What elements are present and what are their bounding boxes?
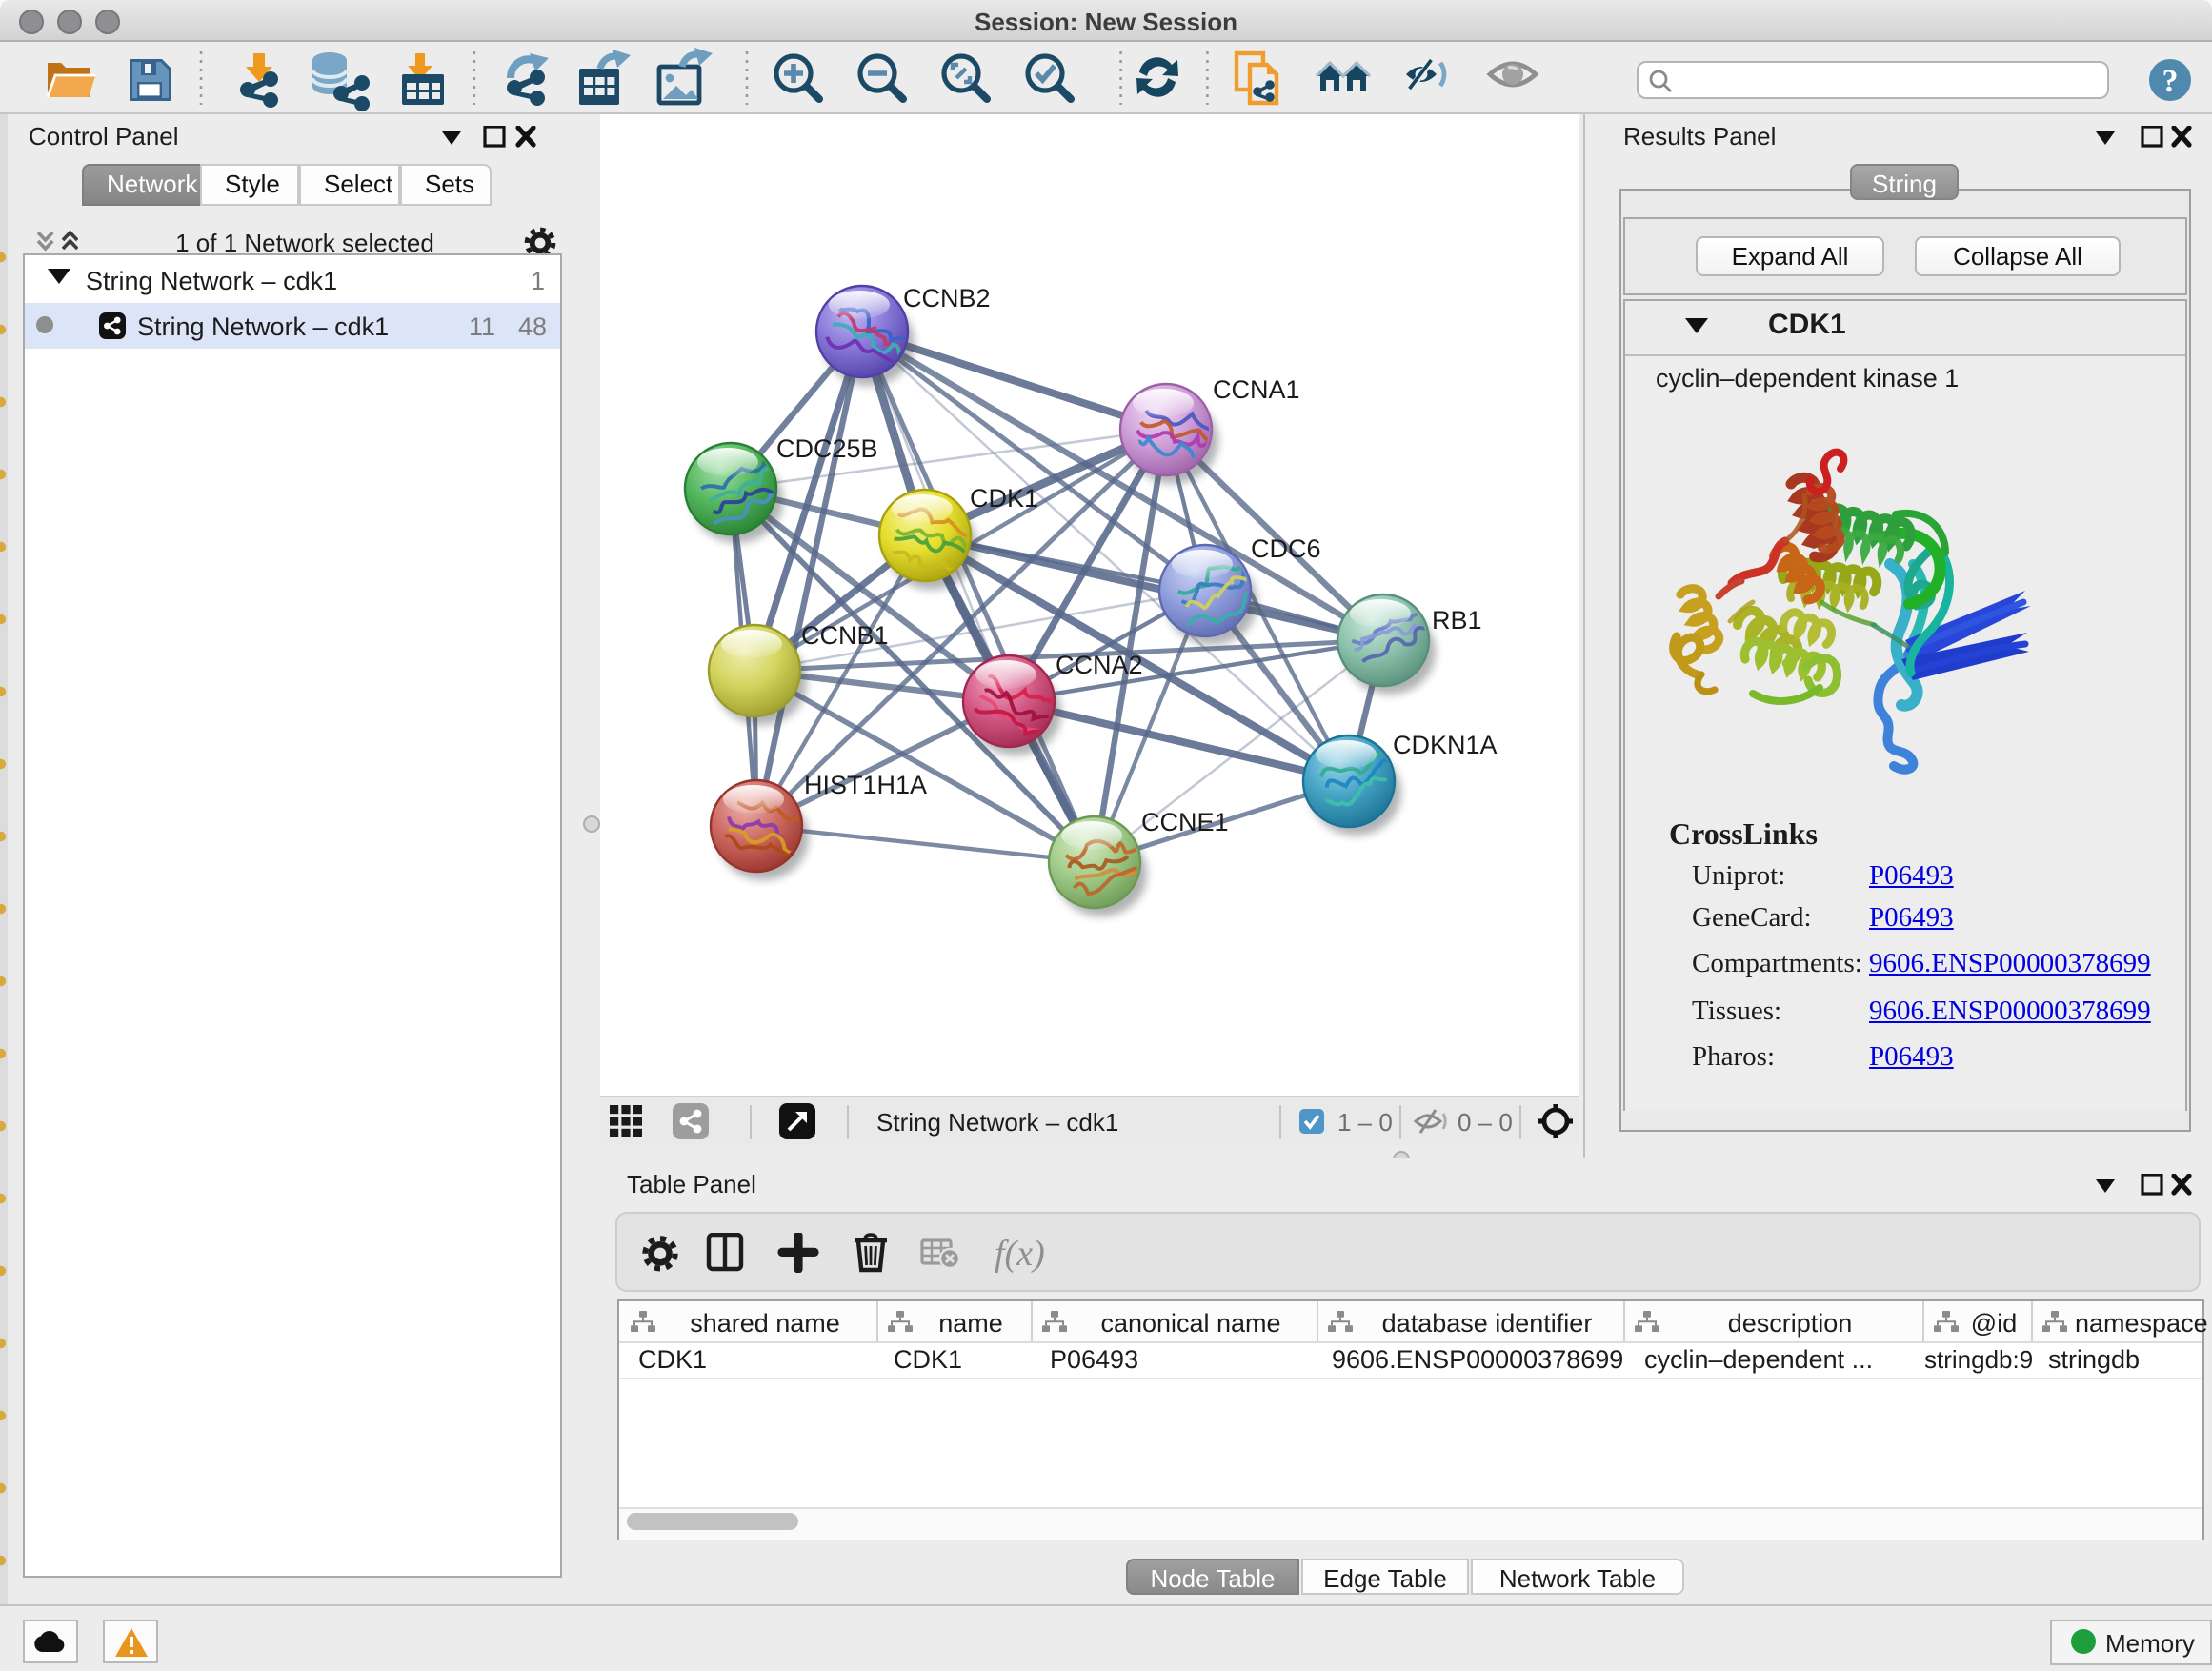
svg-text:RB1: RB1 [1432, 606, 1482, 634]
svg-text:0 – 0: 0 – 0 [1458, 1108, 1513, 1137]
svg-text:CCNB1: CCNB1 [801, 621, 889, 650]
svg-text:1 – 0: 1 – 0 [1337, 1108, 1393, 1137]
svg-text:CDC25B: CDC25B [776, 434, 878, 463]
svg-text:?: ? [2162, 64, 2179, 99]
svg-text:HIST1H1A: HIST1H1A [804, 771, 927, 799]
svg-text:String Network – cdk1: String Network – cdk1 [876, 1108, 1118, 1137]
svg-text:CCNB2: CCNB2 [903, 284, 991, 312]
svg-text:f(x): f(x) [995, 1234, 1045, 1273]
svg-text:CCNE1: CCNE1 [1141, 808, 1229, 836]
svg-text:CCNA1: CCNA1 [1213, 375, 1300, 404]
svg-text:CDC6: CDC6 [1251, 534, 1321, 563]
svg-text:CCNA2: CCNA2 [1056, 651, 1143, 679]
svg-text:CDKN1A: CDKN1A [1393, 731, 1498, 759]
svg-text:CDK1: CDK1 [970, 484, 1038, 513]
